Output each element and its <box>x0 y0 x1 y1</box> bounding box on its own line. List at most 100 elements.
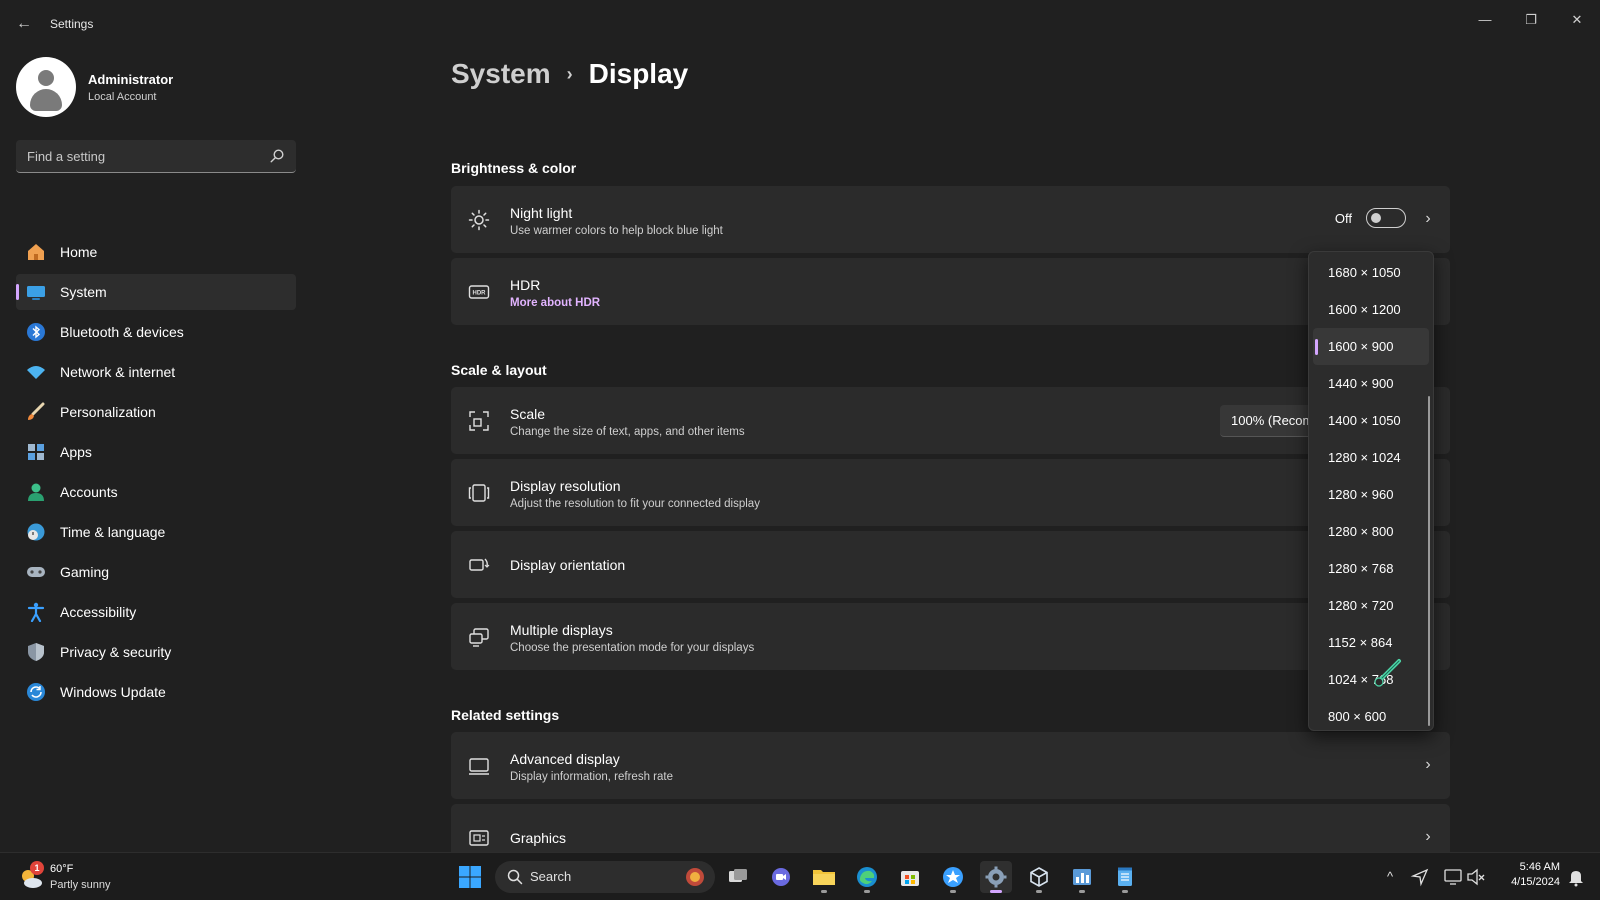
resolution-options: 1680 × 1050 1600 × 1200 1600 × 900 1440 × 9… <box>1309 254 1433 735</box>
section-brightness-color: Brightness & color <box>451 160 577 176</box>
sidebar-item-personalization[interactable]: Personalization <box>16 394 296 430</box>
resolution-dropdown-list[interactable]: 1680 × 1050 1600 × 1200 1600 × 900 1440 × 9… <box>1308 251 1434 731</box>
sidebar-item-network[interactable]: Network & internet <box>16 354 296 390</box>
sidebar-item-bluetooth[interactable]: Bluetooth & devices <box>16 314 296 350</box>
night-light-toggle[interactable] <box>1366 208 1406 228</box>
sidebar-item-label: Gaming <box>60 564 110 580</box>
location-arrow-icon[interactable] <box>1410 867 1430 887</box>
breadcrumb-system[interactable]: System <box>451 58 551 90</box>
night-light-subtitle: Use warmer colors to help block blue lig… <box>510 225 723 237</box>
resolution-option[interactable]: 1680 × 1050 <box>1313 254 1429 291</box>
multiple-displays-card[interactable]: Multiple displays Choose the presentatio… <box>451 603 1450 670</box>
resolution-option[interactable]: 1280 × 1024 <box>1313 439 1429 476</box>
close-button[interactable]: ✕ <box>1554 4 1600 36</box>
minimize-button[interactable]: — <box>1462 4 1508 36</box>
taskbar-clock[interactable]: 5:46 AM 4/15/2024 <box>1494 861 1560 888</box>
task-view-button[interactable] <box>722 861 754 893</box>
account-type: Local Account <box>88 91 157 103</box>
sidebar-item-label: Network & internet <box>60 364 176 380</box>
system-icon <box>26 282 46 302</box>
sidebar-item-label: Bluetooth & devices <box>60 324 184 340</box>
wifi-icon <box>26 362 46 382</box>
notepad-icon <box>1118 867 1132 886</box>
sidebar-item-system[interactable]: System <box>16 274 296 310</box>
dropdown-scrollbar[interactable] <box>1428 396 1430 726</box>
running-indicator <box>1122 890 1128 893</box>
sidebar-item-accessibility[interactable]: Accessibility <box>16 594 296 630</box>
restore-button[interactable]: ❐ <box>1508 4 1554 36</box>
sun-icon <box>468 209 490 231</box>
scale-subtitle: Change the size of text, apps, and other… <box>510 426 745 438</box>
resolution-option[interactable]: 1280 × 800 <box>1313 513 1429 550</box>
sidebar-item-apps[interactable]: Apps <box>16 434 296 470</box>
sidebar-item-label: Accounts <box>60 484 118 500</box>
night-light-card[interactable]: Night light Use warmer colors to help bl… <box>451 186 1450 253</box>
taskbar-search-label: Search <box>530 869 572 884</box>
resolution-option[interactable]: 1280 × 720 <box>1313 587 1429 624</box>
settings-search-input[interactable] <box>16 140 256 172</box>
settings-app-button[interactable] <box>980 861 1012 893</box>
store-button[interactable] <box>894 861 926 893</box>
hdr-card[interactable]: HDR HDR More about HDR <box>451 258 1450 325</box>
settings-search-box[interactable] <box>16 140 296 173</box>
chat-icon <box>772 868 790 886</box>
app-star-icon <box>943 867 963 887</box>
toggle-knob <box>1371 213 1381 223</box>
sidebar-item-time-language[interactable]: Time & language <box>16 514 296 550</box>
chevron-right-icon[interactable]: › <box>1422 756 1434 774</box>
search-highlight-icon <box>686 868 704 886</box>
more-about-hdr-link[interactable]: More about HDR <box>510 297 600 309</box>
sidebar-item-privacy-security[interactable]: Privacy & security <box>16 634 296 670</box>
notification-bell-icon[interactable] <box>1566 867 1586 887</box>
back-arrow-icon[interactable]: ← <box>14 14 34 34</box>
monitor-icon <box>468 755 490 777</box>
show-hidden-icons-chevron-icon[interactable]: ^ <box>1380 867 1400 887</box>
display-orientation-card[interactable]: Display orientation <box>451 531 1450 598</box>
sidebar-nav: Home System Bluetooth & devices Network … <box>16 234 296 714</box>
resolution-option[interactable]: 800 × 600 <box>1313 698 1429 735</box>
weather-badge: 1 <box>30 861 44 875</box>
start-button[interactable] <box>454 861 486 893</box>
taskbar: 1 60°F Partly sunny Search ^ 5:46 AM 4/1… <box>0 852 1600 900</box>
resolution-option[interactable]: 1440 × 900 <box>1313 365 1429 402</box>
resolution-option[interactable]: 1280 × 960 <box>1313 476 1429 513</box>
bluetooth-icon <box>26 322 46 342</box>
file-explorer-button[interactable] <box>808 861 840 893</box>
advanced-display-card[interactable]: Advanced display Display information, re… <box>451 732 1450 799</box>
resolution-option[interactable]: 1400 × 1050 <box>1313 402 1429 439</box>
chevron-right-icon[interactable]: › <box>1422 210 1434 228</box>
resolution-option[interactable]: 1600 × 1200 <box>1313 291 1429 328</box>
scale-dropdown[interactable]: 100% (Recommended) <box>1220 405 1320 437</box>
resolution-option[interactable]: 1152 × 864 <box>1313 624 1429 661</box>
volume-muted-icon[interactable] <box>1466 867 1486 887</box>
advanced-display-title: Advanced display <box>510 751 620 767</box>
sidebar-item-home[interactable]: Home <box>16 234 296 270</box>
store-icon <box>901 871 919 886</box>
resolution-option[interactable]: 1600 × 900 <box>1313 328 1429 365</box>
network-monitor-icon[interactable] <box>1443 867 1463 887</box>
notepad-button[interactable] <box>1109 861 1141 893</box>
task-view-icon <box>729 869 747 882</box>
resolution-option[interactable]: 1024 × 768 <box>1313 661 1429 698</box>
search-icon[interactable] <box>270 149 284 163</box>
virtualbox-button[interactable] <box>1023 861 1055 893</box>
clock-date: 4/15/2024 <box>1511 876 1560 888</box>
edge-browser-button[interactable] <box>851 861 883 893</box>
app-pinned-button[interactable] <box>937 861 969 893</box>
sidebar-item-label: Windows Update <box>60 684 166 700</box>
sidebar-item-accounts[interactable]: Accounts <box>16 474 296 510</box>
gear-icon <box>985 866 1007 888</box>
cube-icon <box>1030 867 1048 887</box>
resolution-option[interactable]: 1280 × 768 <box>1313 550 1429 587</box>
taskbar-search[interactable]: Search <box>495 861 715 893</box>
running-indicator <box>821 890 827 893</box>
teams-chat-button[interactable] <box>765 861 797 893</box>
app-title: Settings <box>50 17 94 31</box>
shield-icon <box>26 642 46 662</box>
sidebar-item-gaming[interactable]: Gaming <box>16 554 296 590</box>
display-resolution-card[interactable]: Display resolution Adjust the resolution… <box>451 459 1450 526</box>
task-manager-button[interactable] <box>1066 861 1098 893</box>
chevron-right-icon[interactable]: › <box>1422 828 1434 846</box>
sidebar-item-windows-update[interactable]: Windows Update <box>16 674 296 710</box>
windows-logo-icon <box>459 866 481 888</box>
